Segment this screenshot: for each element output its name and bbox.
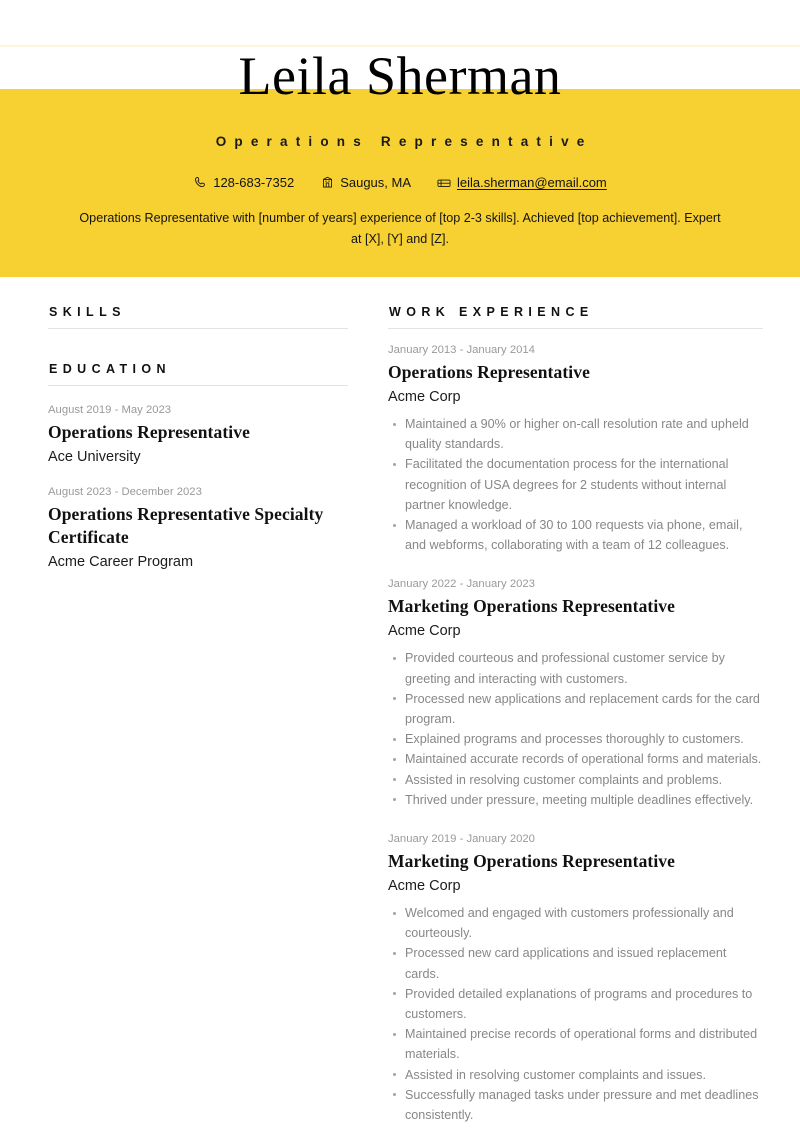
bullet-item: Processed new applications and replaceme… — [393, 689, 763, 729]
bullet-item: Successfully managed tasks under pressur… — [393, 1085, 763, 1125]
work-entry-title: Marketing Operations Representative — [388, 851, 676, 872]
bullet-item: Assisted in resolving customer complaint… — [393, 1065, 763, 1085]
work-entry: January 2019 - January 2020 Marketing Op… — [388, 810, 763, 1125]
resume-body: SKILLS EDUCATION August 2019 - May 2023 … — [0, 305, 800, 1125]
work-entry-date: January 2022 - January 2023 — [388, 578, 535, 591]
phone-icon — [193, 176, 207, 190]
resume-page: Leila Sherman Operations Representative … — [0, 0, 800, 1128]
work-entry-date: January 2019 - January 2020 — [388, 833, 535, 846]
section-work-experience-title: WORK EXPERIENCE — [389, 305, 594, 319]
work-entry-org: Acme Corp — [388, 623, 461, 640]
work-entry: January 2013 - January 2014 Operations R… — [388, 329, 763, 555]
bullet-item: Provided detailed explanations of progra… — [393, 984, 763, 1024]
bullet-item: Maintained accurate records of operation… — [393, 749, 763, 769]
bullet-item: Facilitated the documentation process fo… — [393, 454, 763, 515]
candidate-name: Leila Sherman — [238, 46, 562, 106]
contact-phone: 128-683-7352 — [193, 175, 294, 190]
education-entry-title: Operations Representative Specialty Cert… — [48, 504, 324, 547]
bullet-item: Maintained precise records of operationa… — [393, 1024, 763, 1064]
section-education-title: EDUCATION — [49, 362, 171, 376]
work-entry-org: Acme Corp — [388, 389, 461, 405]
bullet-item: Maintained a 90% or higher on-call resol… — [393, 414, 763, 454]
work-entry-bullets: Provided courteous and professional cust… — [388, 648, 763, 810]
section-work-experience: WORK EXPERIENCE January 2013 - January 2… — [388, 305, 763, 1125]
resume-header: Leila Sherman Operations Representative … — [0, 0, 800, 277]
section-skills: SKILLS — [48, 305, 348, 329]
bullet-item: Provided courteous and professional cust… — [393, 648, 763, 688]
bullet-item: Managed a workload of 30 to 100 requests… — [393, 515, 763, 555]
professional-summary: Operations Representative with [number o… — [79, 211, 721, 246]
contact-email: leila.sherman@email.com — [437, 175, 607, 190]
education-entry: August 2019 - May 2023 Operations Repres… — [48, 386, 348, 468]
work-entry: January 2022 - January 2023 Marketing Op… — [388, 555, 763, 810]
contact-location: Saugus, MA — [320, 175, 411, 190]
contact-row: 128-683-7352 Saugus, MA leila.sherman@em… — [0, 175, 800, 190]
education-entry-org: Acme Career Program — [48, 554, 194, 570]
work-entry-date: January 2013 - January 2014 — [388, 344, 535, 356]
education-entry-title: Operations Representative — [48, 422, 250, 442]
left-column: SKILLS EDUCATION August 2019 - May 2023 … — [48, 305, 348, 573]
work-entry-title: Operations Representative — [388, 362, 590, 382]
education-entry-org: Ace University — [48, 449, 141, 465]
education-entry-date: August 2023 - December 2023 — [48, 486, 202, 498]
bullet-item: Explained programs and processes thoroug… — [393, 729, 763, 749]
work-entry-title: Marketing Operations Representative — [388, 596, 676, 617]
right-column: WORK EXPERIENCE January 2013 - January 2… — [388, 305, 763, 1125]
work-entry-bullets: Welcomed and engaged with customers prof… — [388, 903, 763, 1125]
bullet-item: Assisted in resolving customer complaint… — [393, 770, 763, 790]
section-skills-rule — [48, 328, 348, 329]
section-skills-title: SKILLS — [49, 305, 126, 319]
bullet-item: Processed new card applications and issu… — [393, 943, 763, 983]
section-education: EDUCATION August 2019 - May 2023 Operati… — [48, 362, 348, 573]
mailbox-icon — [437, 176, 451, 190]
work-entry-org: Acme Corp — [388, 878, 461, 895]
bullet-item: Welcomed and engaged with customers prof… — [393, 903, 763, 943]
candidate-job-title: Operations Representative — [215, 134, 593, 149]
education-entry: August 2023 - December 2023 Operations R… — [48, 468, 348, 573]
contact-email-link[interactable]: leila.sherman@email.com — [457, 175, 607, 190]
contact-phone-text: 128-683-7352 — [213, 175, 295, 190]
work-entry-bullets: Maintained a 90% or higher on-call resol… — [388, 414, 763, 555]
bullet-item: Thrived under pressure, meeting multiple… — [393, 790, 763, 810]
building-icon — [320, 176, 334, 190]
contact-location-text: Saugus, MA — [340, 175, 412, 190]
education-entry-date: August 2019 - May 2023 — [48, 404, 172, 416]
